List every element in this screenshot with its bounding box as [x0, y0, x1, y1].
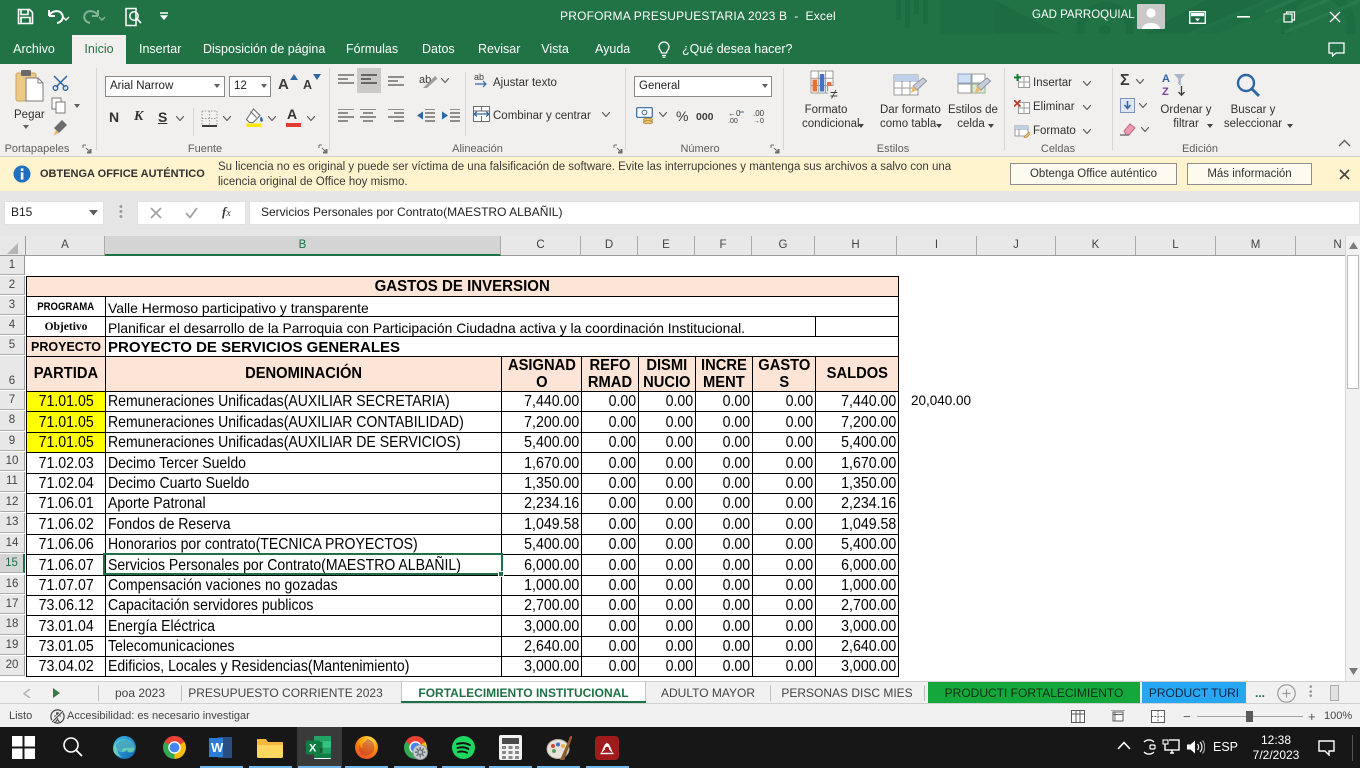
svg-text:≠: ≠	[830, 86, 838, 102]
svg-text:Z: Z	[1162, 86, 1169, 98]
svg-text:→0: →0	[753, 118, 764, 123]
svg-text:.00: .00	[728, 118, 738, 123]
svg-text:ab: ab	[474, 72, 484, 82]
svg-text:.00: .00	[753, 109, 765, 118]
svg-text:W: W	[211, 740, 224, 755]
svg-text:X: X	[309, 743, 317, 755]
svg-text:A: A	[1162, 73, 1170, 85]
svg-text:←0: ←0	[728, 109, 741, 118]
